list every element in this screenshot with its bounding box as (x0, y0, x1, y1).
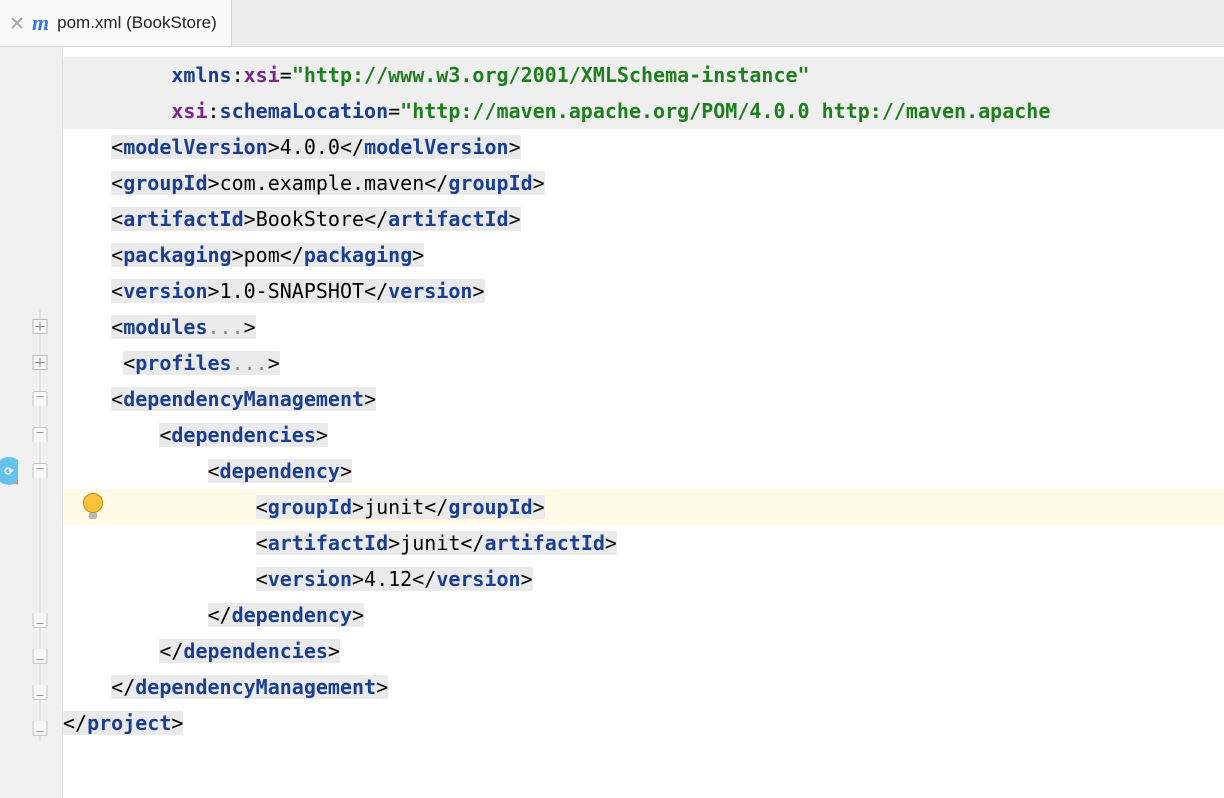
code-line[interactable]: <groupId>junit</groupId> (63, 489, 1224, 525)
marker-gutter: ⟳ (0, 47, 18, 798)
code-line[interactable]: <version>1.0-SNAPSHOT</version> (63, 273, 1224, 309)
code-line[interactable]: </dependencies> (63, 633, 1224, 669)
code-line[interactable]: <profiles...> (63, 345, 1224, 381)
fold-collapse-icon[interactable] (33, 391, 48, 406)
code-line[interactable]: </dependency> (63, 597, 1224, 633)
code-line[interactable]: <dependencies> (63, 417, 1224, 453)
tab-title: pom.xml (BookStore) (57, 13, 217, 33)
code-line[interactable]: <dependency> (63, 453, 1224, 489)
fold-collapse-icon[interactable] (33, 649, 48, 664)
fold-expand-icon[interactable] (33, 355, 48, 370)
code-line[interactable]: <groupId>com.example.maven</groupId> (63, 165, 1224, 201)
tab-pom-xml[interactable]: m pom.xml (BookStore) (0, 0, 232, 46)
maven-icon: m (32, 5, 49, 41)
fold-collapse-icon[interactable] (33, 463, 48, 478)
code-line[interactable]: <artifactId>BookStore</artifactId> (63, 201, 1224, 237)
fold-gutter[interactable] (18, 47, 63, 798)
editor: ⟳ xmlns:xsi="http://www.w3.org/2001/XMLS… (0, 47, 1224, 798)
code-line[interactable]: <modelVersion>4.0.0</modelVersion> (63, 129, 1224, 165)
code-line[interactable]: <dependencyManagement> (63, 381, 1224, 417)
fold-collapse-icon[interactable] (33, 685, 48, 700)
code-line[interactable]: </dependencyManagement> (63, 669, 1224, 705)
code-line[interactable]: <modules...> (63, 309, 1224, 345)
fold-expand-icon[interactable] (33, 319, 48, 334)
code-line[interactable]: xsi:schemaLocation="http://maven.apache.… (63, 93, 1224, 129)
code-line[interactable]: xmlns:xsi="http://www.w3.org/2001/XMLSch… (63, 57, 1224, 93)
fold-collapse-icon[interactable] (33, 721, 48, 736)
close-icon[interactable] (10, 16, 24, 30)
code-area[interactable]: xmlns:xsi="http://www.w3.org/2001/XMLSch… (63, 47, 1224, 798)
code-line[interactable]: <packaging>pom</packaging> (63, 237, 1224, 273)
fold-collapse-icon[interactable] (33, 613, 48, 628)
code-line[interactable]: </project> (63, 705, 1224, 741)
tabbar: m pom.xml (BookStore) (0, 0, 1224, 47)
code-line[interactable]: <artifactId>junit</artifactId> (63, 525, 1224, 561)
intention-bulb-icon[interactable] (83, 493, 103, 521)
code-line[interactable]: <version>4.12</version> (63, 561, 1224, 597)
fold-collapse-icon[interactable] (33, 427, 48, 442)
